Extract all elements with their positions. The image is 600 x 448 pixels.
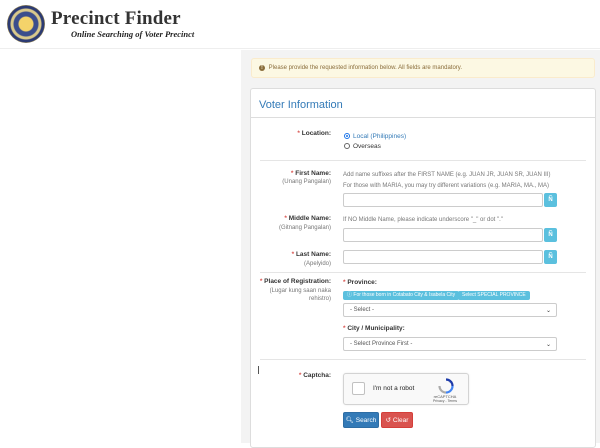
middle-name-input[interactable] bbox=[343, 228, 543, 242]
section-divider bbox=[260, 272, 586, 273]
search-button[interactable]: 🔍︎ Search bbox=[343, 412, 379, 428]
search-button-label: Search bbox=[355, 417, 377, 424]
clear-button-label: Clear bbox=[392, 417, 409, 424]
last-name-enye-button[interactable]: Ñ bbox=[544, 250, 557, 264]
radio-dot bbox=[344, 143, 350, 149]
section-divider bbox=[260, 359, 586, 360]
last-name-sublabel: (Apelyido) bbox=[303, 261, 331, 267]
city-select[interactable]: - Select Province First - ⌄ bbox=[343, 337, 557, 351]
special-province-button[interactable]: Select SPECIAL PROVINCE bbox=[458, 291, 530, 300]
radio-dot bbox=[344, 133, 350, 139]
recaptcha-widget: I'm not a robot reCAPTCHA Privacy - Term… bbox=[343, 373, 469, 405]
middle-name-hint: If NO Middle Name, please indicate under… bbox=[343, 217, 503, 223]
location-label: * Location: bbox=[297, 130, 331, 137]
first-name-label: * First Name: bbox=[290, 170, 331, 177]
site-subtitle: Online Searching of Voter Precinct bbox=[71, 29, 195, 39]
panel-title-divider bbox=[251, 117, 595, 118]
search-icon: 🔍︎ bbox=[345, 417, 354, 424]
middle-name-sublabel: (Gitnang Pangalan) bbox=[278, 225, 331, 231]
location-option-overseas: Overseas bbox=[353, 143, 381, 150]
cotabato-isabela-button[interactable]: ⓘ For those born in Cotabato City & Isab… bbox=[343, 291, 460, 300]
location-radio-overseas[interactable]: Overseas bbox=[344, 143, 381, 150]
location-radio-local[interactable]: Local (Philippines) bbox=[344, 133, 406, 140]
first-name-hint-maria: For those with MARIA, you may try differ… bbox=[343, 183, 549, 189]
first-name-sublabel: (Unang Pangalan) bbox=[282, 179, 331, 185]
captcha-label: * Captcha: bbox=[298, 372, 331, 379]
city-label: * City / Municipality: bbox=[343, 325, 405, 332]
last-name-input[interactable] bbox=[343, 250, 543, 264]
site-title: Precinct Finder bbox=[51, 8, 181, 29]
panel-title: Voter Information bbox=[259, 99, 343, 111]
site-header: Precinct Finder Online Searching of Vote… bbox=[0, 0, 600, 49]
chevron-down-icon: ⌄ bbox=[545, 308, 551, 314]
recaptcha-logo-icon bbox=[438, 378, 454, 394]
province-select-value: - Select - bbox=[350, 307, 375, 313]
comelec-seal-logo bbox=[7, 5, 45, 43]
mandatory-info-alert: ! Please provide the requested informati… bbox=[251, 58, 595, 78]
recaptcha-text: I'm not a robot bbox=[373, 385, 415, 392]
last-name-label: * Last Name: bbox=[291, 251, 331, 258]
first-name-enye-button[interactable]: Ñ bbox=[544, 193, 557, 207]
alert-text: Please provide the requested information… bbox=[268, 65, 463, 71]
first-name-input[interactable] bbox=[343, 193, 543, 207]
recaptcha-terms-link[interactable]: Privacy - Terms bbox=[430, 399, 460, 403]
province-label: * Province: bbox=[343, 279, 377, 286]
province-select[interactable]: - Select - ⌄ bbox=[343, 303, 557, 317]
chevron-down-icon: ⌄ bbox=[545, 342, 551, 348]
first-name-hint-suffix: Add name suffixes after the FIRST NAME (… bbox=[343, 172, 551, 178]
middle-name-enye-button[interactable]: Ñ bbox=[544, 228, 557, 242]
reset-icon: ↺ bbox=[385, 417, 392, 424]
clear-button[interactable]: ↺ Clear bbox=[381, 412, 413, 428]
section-divider bbox=[260, 160, 586, 161]
place-of-registration-sublabel: (Lugar kung saan naka rehistro) bbox=[269, 288, 331, 302]
middle-name-label: * Middle Name: bbox=[284, 215, 331, 222]
city-select-value: - Select Province First - bbox=[350, 341, 413, 347]
recaptcha-checkbox[interactable] bbox=[352, 382, 365, 395]
place-of-registration-label: * Place of Registration: bbox=[259, 278, 331, 285]
info-icon: ! bbox=[259, 65, 265, 71]
location-option-local: Local (Philippines) bbox=[353, 133, 407, 140]
